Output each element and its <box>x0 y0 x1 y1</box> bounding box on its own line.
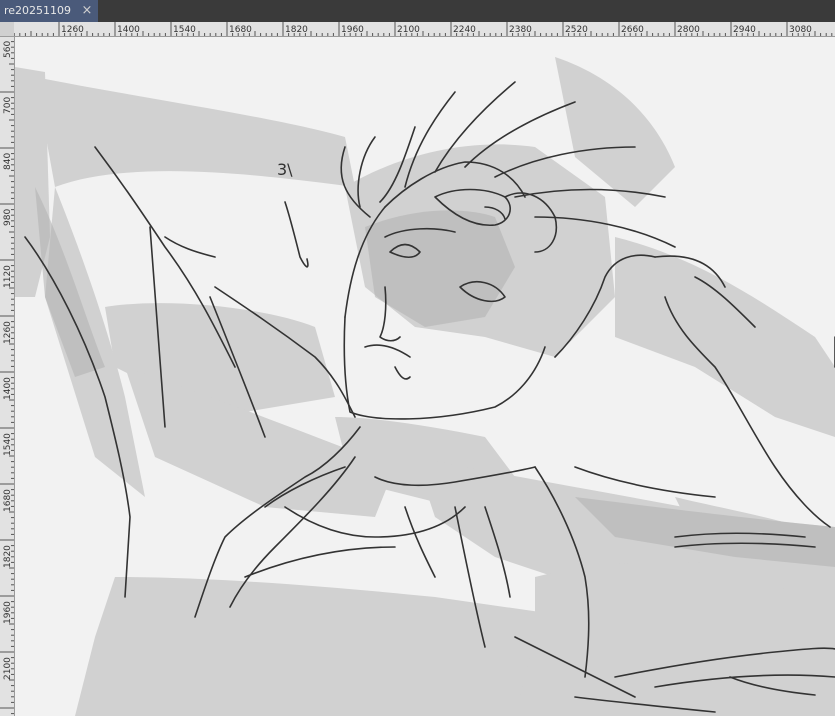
ruler-label: 2520 <box>565 25 588 35</box>
ruler-label: 2380 <box>509 25 532 35</box>
ruler-label: 1400 <box>117 25 140 35</box>
ruler-label: 1820 <box>3 545 13 568</box>
ruler-label: 980 <box>3 209 13 226</box>
ruler-label: 840 <box>3 153 13 170</box>
ruler-label: 1260 <box>3 321 13 344</box>
ruler-label: 1260 <box>61 25 84 35</box>
vertical-ruler: 560 700 840 980 1120 1260 1400 1540 1680 1820 1960… <box>0 36 15 716</box>
ruler-label: 2800 <box>677 25 700 35</box>
ruler-label: 2660 <box>621 25 644 35</box>
ruler-label: 1680 <box>3 489 13 512</box>
ruler-label: 1400 <box>3 377 13 400</box>
ruler-label: 2100 <box>397 25 420 35</box>
ruler-label: 560 <box>3 41 13 58</box>
document-tab[interactable]: re20251109 × <box>0 0 98 22</box>
ruler-label: 3080 <box>789 25 812 35</box>
horizontal-ruler: 1260 1400 1540 1680 1820 1960 2100 2240 2380 2520… <box>14 22 835 37</box>
ruler-label: 1680 <box>229 25 252 35</box>
sketch-artwork: 3\ <box>15 57 835 716</box>
ruler-corner <box>0 22 14 36</box>
ruler-label: 700 <box>3 97 13 114</box>
ruler-label: 1540 <box>3 433 13 456</box>
document-tab-bar: re20251109 × <box>0 0 835 22</box>
shading-layer <box>15 57 835 716</box>
ruler-label: 1540 <box>173 25 196 35</box>
ruler-label: 1960 <box>341 25 364 35</box>
close-icon[interactable]: × <box>80 0 94 22</box>
ruler-label: 1960 <box>3 601 13 624</box>
sketch-annotation: 3\ <box>277 160 293 179</box>
ruler-label: 1820 <box>285 25 308 35</box>
ruler-label: 2940 <box>733 25 756 35</box>
ruler-label: 2100 <box>3 657 13 680</box>
ruler-label: 2240 <box>453 25 476 35</box>
document-tab-title: re20251109 <box>4 4 72 17</box>
ruler-label: 1120 <box>3 265 13 288</box>
drawing-canvas[interactable]: 3\ <box>15 37 835 716</box>
